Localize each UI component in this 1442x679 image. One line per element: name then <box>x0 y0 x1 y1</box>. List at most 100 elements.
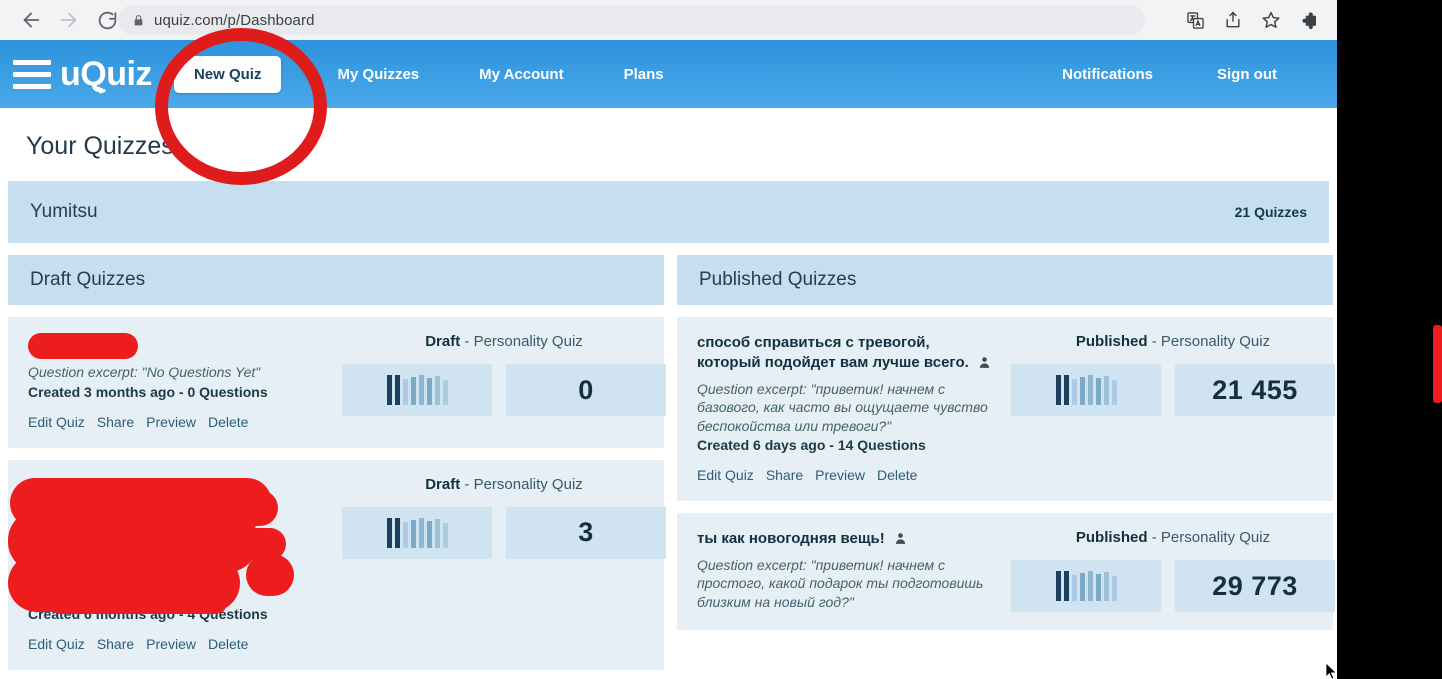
address-bar[interactable]: uquiz.com/p/Dashboard <box>118 5 1145 35</box>
nav-link-notifications[interactable]: Notifications <box>1030 66 1185 83</box>
lock-icon <box>132 13 145 28</box>
quiz-actions: Edit Quiz Share Preview Delete <box>28 414 328 430</box>
quiz-card-stats: Published - Personality Quiz 21 455 <box>997 333 1335 483</box>
bar-chart-glyph <box>1055 375 1117 405</box>
person-icon <box>978 355 991 376</box>
nav-link-plans[interactable]: Plans <box>594 66 694 83</box>
takes-count: 29 773 <box>1175 560 1335 613</box>
delete-link[interactable]: Delete <box>877 467 917 483</box>
edit-quiz-link[interactable]: Edit Quiz <box>697 467 754 483</box>
bar-chart-bar <box>1095 574 1101 602</box>
bar-chart-bar <box>1079 377 1085 405</box>
new-quiz-button[interactable]: New Quiz <box>173 55 282 93</box>
bar-chart-bar <box>1055 375 1061 405</box>
bar-chart-bar <box>434 376 440 405</box>
nav-link-my-quizzes[interactable]: My Quizzes <box>307 66 449 83</box>
quiz-card: ты как новогодняя вещь! Question excerpt… <box>677 513 1335 631</box>
page-title: Your Quizzes <box>26 132 174 160</box>
share-icon[interactable] <box>1214 4 1252 36</box>
quiz-count-label: 21 Quizzes <box>1234 204 1307 220</box>
bar-chart-bar <box>1063 571 1069 602</box>
redaction-mark <box>28 333 138 359</box>
bar-chart-bar <box>1087 571 1093 602</box>
quiz-excerpt: Question excerpt: "приветик! начнем с ба… <box>697 380 988 434</box>
edit-quiz-link[interactable]: Edit Quiz <box>28 636 85 652</box>
preview-link[interactable]: Preview <box>815 467 865 483</box>
hamburger-menu-icon[interactable] <box>10 59 54 89</box>
bar-chart-bar <box>1111 576 1117 602</box>
status-type: - Personality Quiz <box>1147 529 1271 547</box>
extensions-icon[interactable] <box>1290 4 1328 36</box>
bar-chart-bar <box>1111 380 1117 405</box>
quiz-title[interactable]: ты как новогодняя вещь! <box>697 529 997 552</box>
takes-count: 0 <box>506 364 666 416</box>
translate-icon[interactable] <box>1176 4 1214 36</box>
nav-link-my-account[interactable]: My Account <box>449 66 593 83</box>
bar-chart-bar <box>426 520 432 548</box>
page-content: Your Quizzes Yumitsu 21 Quizzes Draft Qu… <box>0 108 1337 670</box>
quiz-card-info: ты как новогодняя вещь! Question excerpt… <box>697 529 997 612</box>
quiz-title[interactable]: способ справиться с тревогой, который по… <box>697 333 997 377</box>
brand-text: uQuiz <box>60 54 152 93</box>
quiz-meta: Created 3 months ago - 0 Questions <box>28 383 268 400</box>
nav-link-sign-out[interactable]: Sign out <box>1185 66 1309 83</box>
quiz-card-stats: Published - Personality Quiz 29 773 <box>997 529 1335 613</box>
bar-chart-icon <box>1011 560 1161 613</box>
browser-chrome: uquiz.com/p/Dashboard <box>0 0 1442 40</box>
quiz-card-stats: Draft - Personality Quiz 3 <box>328 476 666 652</box>
delete-link[interactable]: Delete <box>208 414 248 430</box>
bar-chart-bar <box>1071 575 1077 602</box>
site-navbar: uQuiz New Quiz My Quizzes My Account Pla… <box>0 40 1337 108</box>
brand-logo[interactable]: uQuiz <box>60 55 152 94</box>
bar-chart-bar <box>1079 573 1085 602</box>
bar-chart-bar <box>434 518 440 548</box>
quiz-card-info: способ справиться с тревогой, который по… <box>697 333 997 483</box>
person-icon <box>894 531 907 552</box>
quiz-excerpt: Question excerpt: "No Questions Yet" <box>28 364 261 380</box>
back-button[interactable] <box>14 4 48 36</box>
preview-link[interactable]: Preview <box>146 636 196 652</box>
status-type: - Personality Quiz <box>460 475 583 493</box>
capture-letterbox <box>1337 0 1442 679</box>
preview-link[interactable]: Preview <box>146 414 196 430</box>
bar-chart-icon <box>342 506 492 559</box>
bar-chart-bar <box>410 377 416 405</box>
mouse-cursor <box>1325 662 1338 679</box>
stat-row: 21 455 <box>1011 364 1335 416</box>
status-badge: Published - Personality Quiz <box>1011 333 1335 350</box>
edit-quiz-link[interactable]: Edit Quiz <box>28 414 85 430</box>
user-summary-bar: Yumitsu 21 Quizzes <box>8 181 1329 243</box>
quiz-title-text: ты как новогодняя вещь! <box>697 530 885 548</box>
share-link[interactable]: Share <box>97 414 134 430</box>
bar-chart-bar <box>394 517 400 548</box>
quiz-card: Question excerpt: "No Questions Yet" Cre… <box>8 317 666 448</box>
quiz-title-text: способ справиться с тревогой, который по… <box>697 334 969 372</box>
bar-chart-glyph <box>386 375 448 405</box>
draft-quizzes-column: Draft Quizzes Question excerpt: "No Ques… <box>8 255 666 670</box>
quiz-columns: Draft Quizzes Question excerpt: "No Ques… <box>8 255 1335 670</box>
redaction-mark <box>8 476 294 614</box>
bar-chart-bar <box>1103 572 1109 602</box>
navbar-links: My Quizzes My Account Plans <box>307 66 693 83</box>
delete-link[interactable]: Delete <box>208 636 248 652</box>
status-badge: Draft - Personality Quiz <box>342 476 666 493</box>
bar-chart-icon <box>1011 364 1161 416</box>
page-viewport: uQuiz New Quiz My Quizzes My Account Pla… <box>0 40 1337 679</box>
bar-chart-glyph <box>1055 571 1117 602</box>
forward-button[interactable] <box>52 4 86 36</box>
status-state: Published <box>1075 529 1148 547</box>
username-label: Yumitsu <box>30 201 98 222</box>
quiz-actions: Edit Quiz Share Preview Delete <box>697 467 997 483</box>
share-link[interactable]: Share <box>766 467 803 483</box>
bar-chart-bar <box>442 522 448 548</box>
bookmark-star-icon[interactable] <box>1252 4 1290 36</box>
bar-chart-bar <box>386 517 392 548</box>
quiz-card-stats: Draft - Personality Quiz 0 <box>328 333 666 430</box>
bar-chart-icon <box>342 364 492 416</box>
share-link[interactable]: Share <box>97 636 134 652</box>
takes-count: 3 <box>506 506 666 559</box>
screenshot-root: uquiz.com/p/Dashboard uQuiz New Quiz My … <box>0 0 1442 679</box>
bar-chart-bar <box>426 378 432 405</box>
status-state: Published <box>1075 333 1148 350</box>
annotation-scrollbar-mark <box>1433 325 1442 403</box>
